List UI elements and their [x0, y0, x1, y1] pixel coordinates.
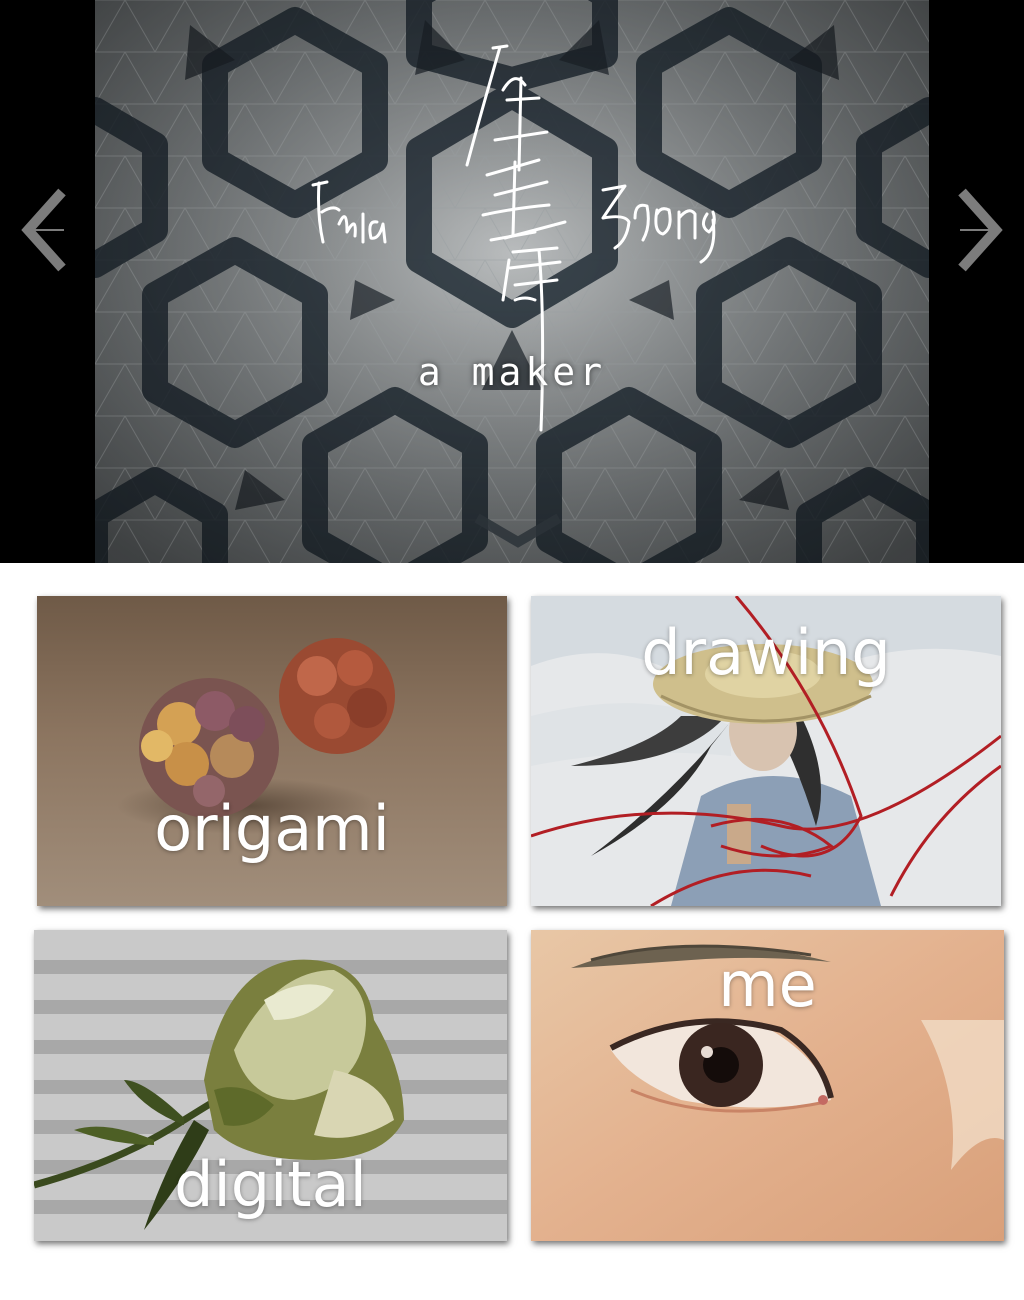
tile-me-label: me [718, 948, 817, 1021]
chevron-right-icon[interactable] [950, 188, 1010, 278]
hero-tagline: a maker [417, 350, 607, 394]
hero-image-origami-tessellation: a maker [95, 0, 929, 563]
tile-drawing[interactable]: drawing [531, 596, 1001, 906]
tile-digital[interactable]: digital [34, 930, 507, 1241]
tile-digital-label: digital [174, 1148, 367, 1221]
tile-origami[interactable]: origami [37, 596, 507, 906]
chevron-down-icon[interactable] [473, 508, 563, 556]
chevron-left-icon[interactable] [14, 188, 74, 278]
tile-drawing-label: drawing [641, 616, 891, 689]
tile-me[interactable]: me [531, 930, 1004, 1241]
tile-origami-label: origami [154, 792, 390, 865]
hero-slider: a maker [0, 0, 1024, 563]
